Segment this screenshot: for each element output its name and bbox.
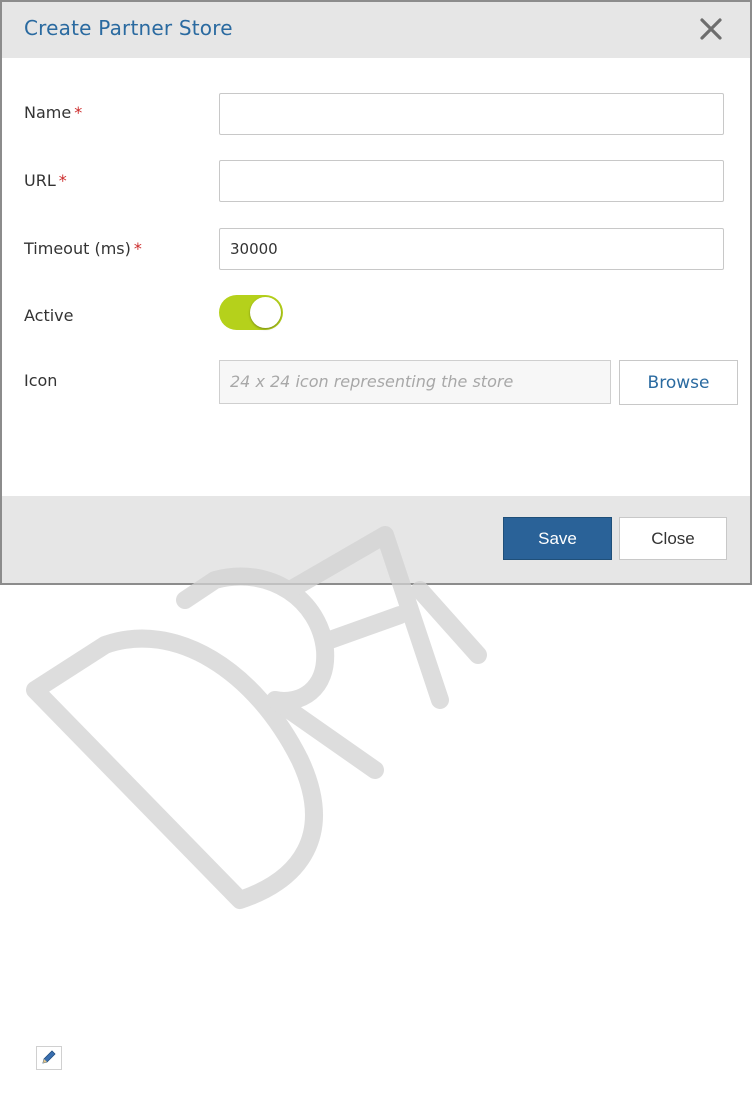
dialog-footer: Save Close [2,496,750,583]
timeout-input[interactable] [219,228,724,270]
close-icon[interactable] [696,14,726,44]
active-toggle[interactable] [219,295,283,330]
name-label-text: Name [24,103,72,122]
browse-button[interactable]: Browse [619,360,738,405]
create-partner-store-dialog: Create Partner Store Name * URL * Timeout … [0,0,752,585]
url-input[interactable] [219,160,724,202]
dialog-title: Create Partner Store [24,16,233,40]
close-button[interactable]: Close [619,517,727,560]
timeout-label: Timeout (ms) * [24,239,142,258]
required-mark: * [58,171,67,190]
toggle-knob [250,297,281,328]
icon-label: Icon [24,371,58,390]
timeout-label-text: Timeout (ms) [24,239,131,258]
active-label: Active [24,306,74,325]
icon-file-field[interactable]: 24 x 24 icon representing the store [219,360,611,404]
name-label: Name * [24,103,82,122]
url-label-text: URL [24,171,56,190]
name-input[interactable] [219,93,724,135]
required-mark: * [133,239,142,258]
dialog-header: Create Partner Store [2,2,750,58]
required-mark: * [74,103,83,122]
url-label: URL * [24,171,67,190]
save-button[interactable]: Save [503,517,612,560]
pencil-icon[interactable] [36,1046,62,1070]
